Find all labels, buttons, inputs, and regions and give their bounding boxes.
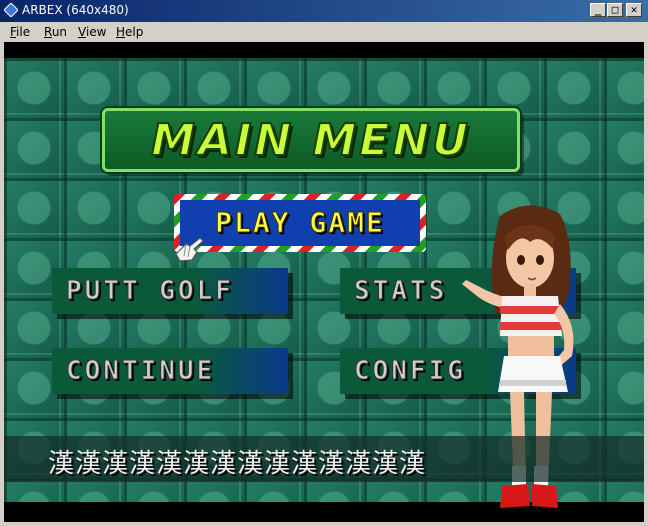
play-game-inner: PLAY GAME: [180, 200, 420, 246]
putt-golf-label: PUTT GOLF: [66, 276, 234, 307]
menu-bar: File Run View Help: [0, 22, 648, 42]
maximize-button[interactable]: □: [607, 3, 623, 17]
menu-run[interactable]: Run: [44, 25, 67, 39]
menu-view[interactable]: View: [78, 25, 106, 39]
putt-golf-button[interactable]: PUTT GOLF: [52, 268, 288, 314]
menu-help[interactable]: Help: [116, 25, 143, 39]
pointer-hand-icon: [175, 237, 204, 262]
main-menu-title: MAIN MENU: [150, 114, 471, 167]
message-text: 漢漢漢漢漢漢漢漢漢漢漢漢漢漢: [48, 449, 427, 479]
stats-label: STATS: [353, 276, 448, 307]
play-game-button[interactable]: PLAY GAME: [174, 194, 426, 252]
app-icon: [4, 3, 18, 17]
minimize-button[interactable]: _: [590, 3, 606, 17]
golf-tile-background: MAIN MENU PLAY GAME PUTT GOLF STATS CONT…: [4, 58, 644, 508]
title-bar: ARBEX (640x480) _ □ ✕: [0, 0, 648, 22]
close-button[interactable]: ✕: [626, 3, 642, 17]
continue-button[interactable]: CONTINUE: [52, 348, 288, 394]
main-menu-banner: MAIN MENU: [102, 108, 520, 172]
window-title: ARBEX (640x480): [22, 3, 129, 17]
menu-file[interactable]: File: [10, 25, 30, 39]
continue-label: CONTINUE: [65, 356, 216, 387]
message-bar: 漢漢漢漢漢漢漢漢漢漢漢漢漢漢: [4, 436, 644, 482]
game-viewport[interactable]: MAIN MENU PLAY GAME PUTT GOLF STATS CONT…: [4, 42, 644, 522]
play-game-label: PLAY GAME: [215, 206, 385, 240]
